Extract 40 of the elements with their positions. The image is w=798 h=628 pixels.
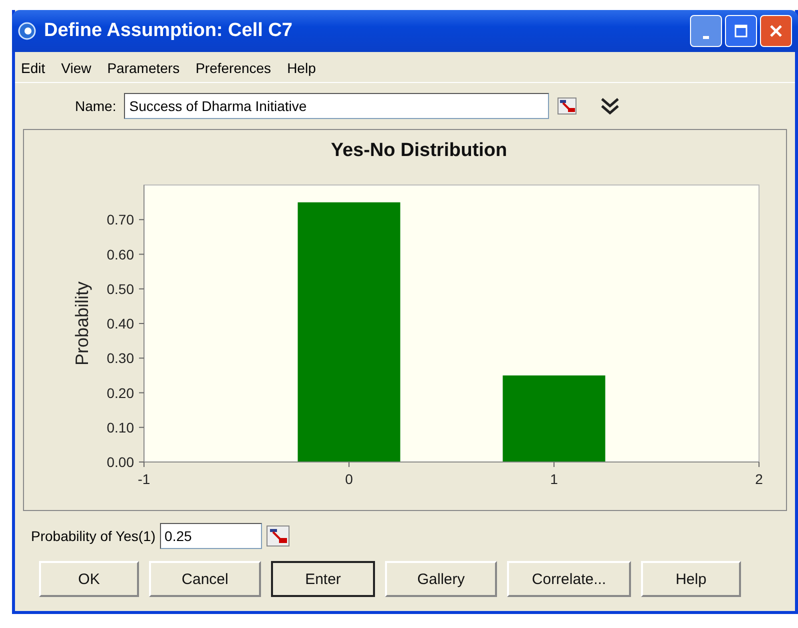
window-title: Define Assumption: Cell C7	[44, 20, 294, 42]
y-tick-label: 0.50	[106, 280, 134, 297]
menu-item[interactable]: Edit	[21, 60, 46, 76]
dialog-button[interactable]: OK	[39, 561, 139, 597]
parameter-label: Probability of Yes(1)	[31, 528, 156, 544]
maximize-icon	[734, 24, 748, 38]
y-tick-label: 0.00	[106, 454, 134, 470]
cell-reference-icon[interactable]	[557, 97, 578, 115]
dialog-button[interactable]: Cancel	[149, 561, 261, 597]
y-axis-label: Probability	[72, 281, 92, 366]
menu-item[interactable]: View	[61, 60, 92, 76]
dialog-button[interactable]: Correlate...	[507, 561, 631, 597]
probability-field[interactable]: 0.25	[160, 523, 262, 549]
app-logo-icon	[18, 22, 36, 40]
x-tick-label: -1	[138, 471, 150, 487]
name-field[interactable]: Success of Dharma Initiative	[124, 93, 550, 119]
y-tick-label: 0.30	[106, 350, 134, 366]
cell-reference-icon[interactable]	[266, 525, 290, 547]
minimize-button[interactable]	[690, 15, 722, 47]
y-tick-label: 0.20	[106, 384, 134, 401]
close-button[interactable]	[760, 15, 792, 47]
menu-item[interactable]: Preferences	[196, 60, 272, 76]
x-tick-label: 1	[550, 471, 558, 487]
y-tick-label: 0.70	[106, 212, 134, 228]
dialog-button[interactable]: Help	[641, 561, 741, 597]
close-icon	[769, 24, 783, 38]
dialog-button[interactable]: Gallery	[385, 561, 497, 597]
y-tick-label: 0.60	[106, 246, 134, 262]
minimize-icon	[703, 36, 709, 38]
x-tick-label: 0	[345, 471, 353, 487]
maximize-button[interactable]	[725, 15, 757, 47]
menu-item[interactable]: Parameters	[107, 60, 180, 76]
name-label: Name:	[75, 98, 116, 114]
expand-chevron-icon[interactable]	[599, 95, 622, 117]
x-tick-label: 2	[755, 471, 763, 487]
dialog-button[interactable]: Enter	[271, 561, 375, 597]
chart-title: Yes-No Distribution	[330, 140, 508, 161]
menu-item[interactable]: Help	[287, 60, 316, 76]
y-tick-label: 0.10	[106, 419, 134, 436]
y-tick-label: 0.40	[106, 316, 134, 332]
